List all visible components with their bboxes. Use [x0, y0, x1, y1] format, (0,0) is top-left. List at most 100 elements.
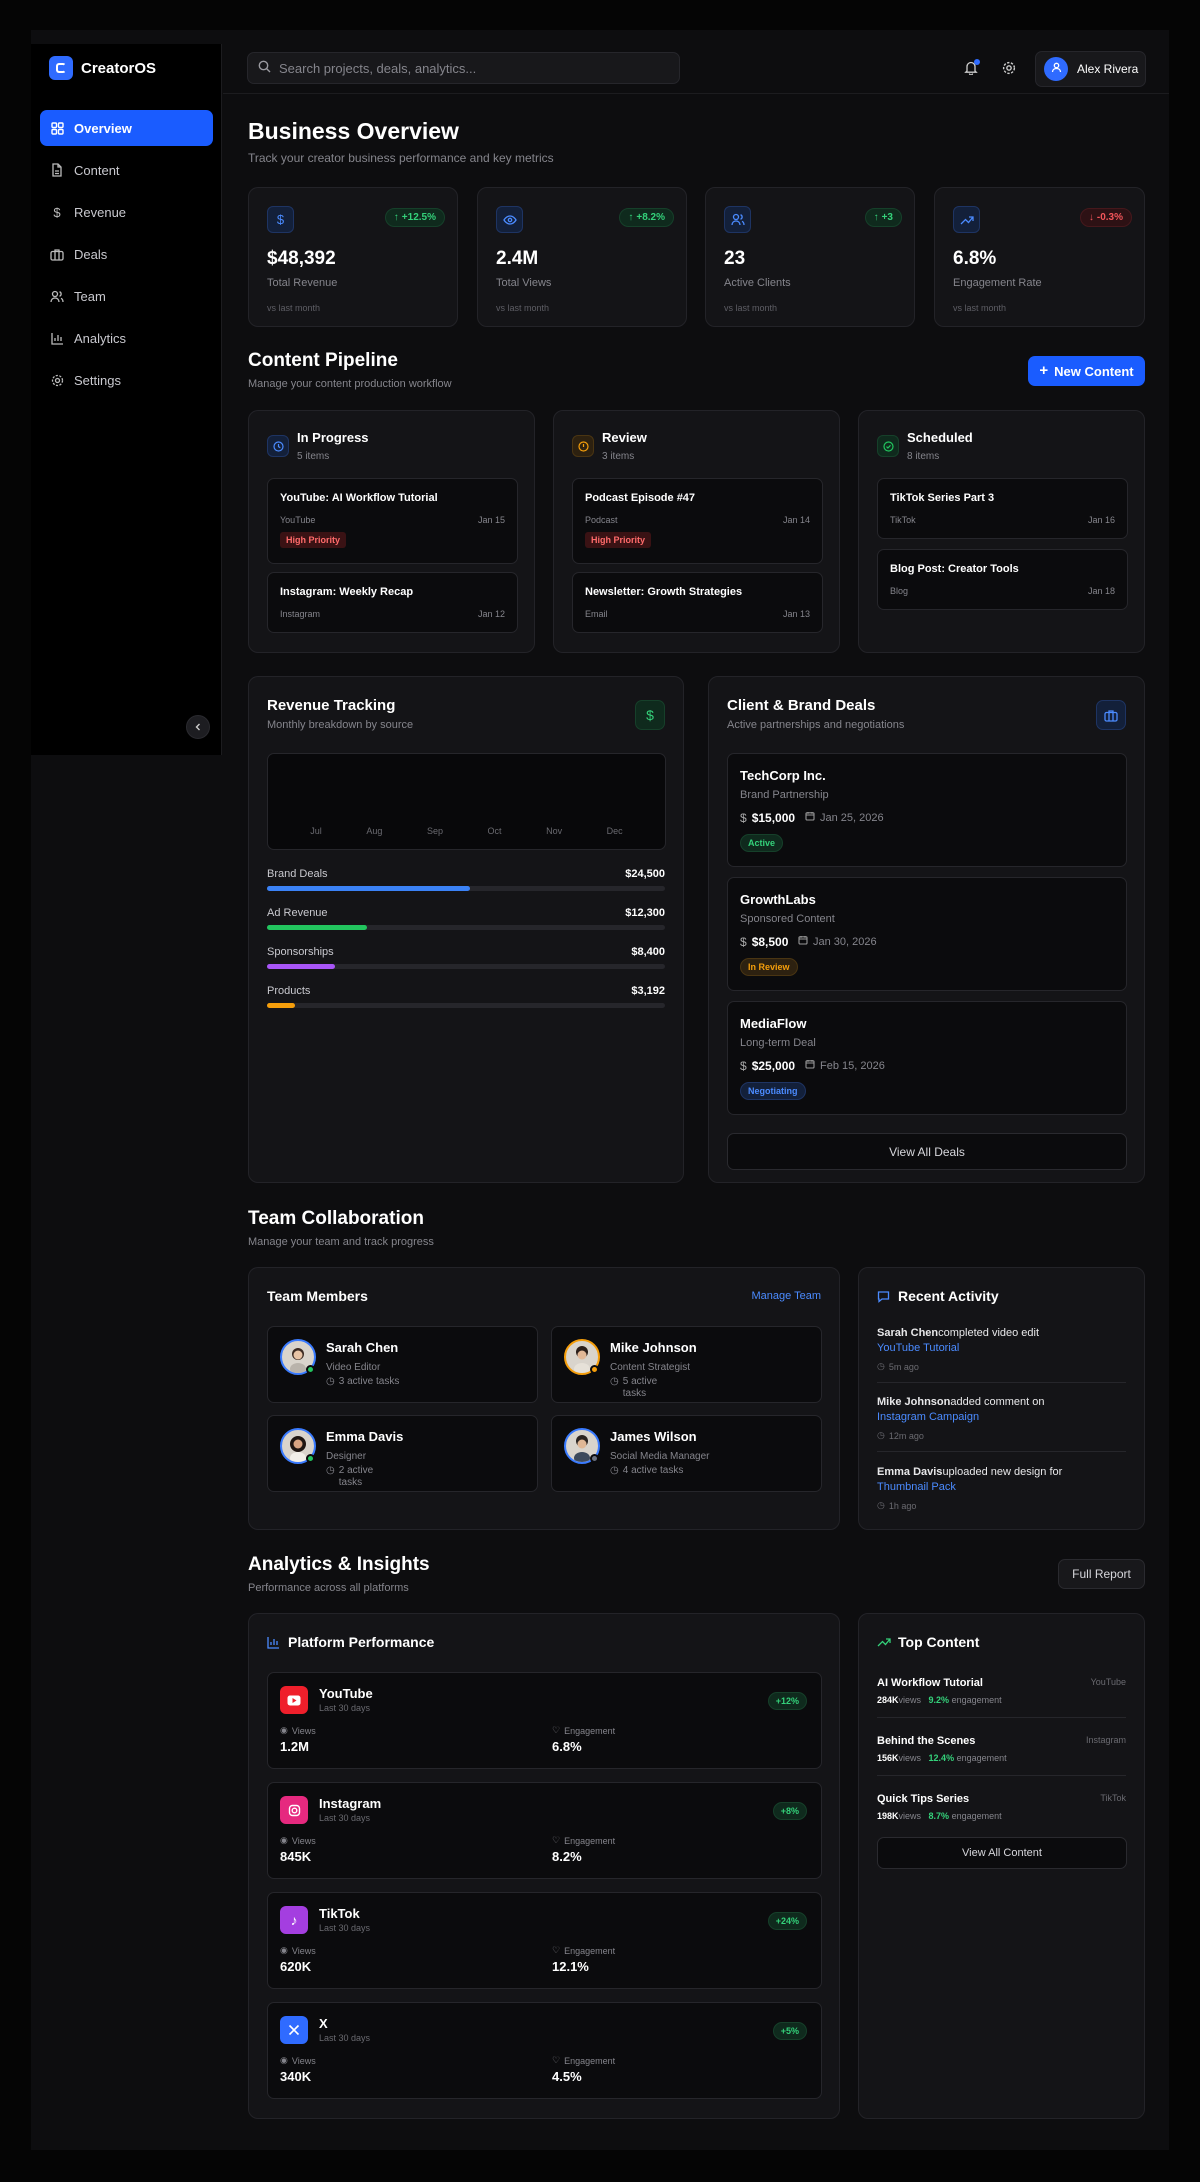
activity-user: Sarah Chen — [877, 1327, 939, 1339]
top-content-platform: YouTube — [1090, 1677, 1126, 1687]
sidebar-item-deals[interactable]: Deals — [40, 236, 213, 272]
top-content-platform: TikTok — [1100, 1793, 1126, 1803]
activity-action: added comment on — [950, 1396, 1045, 1408]
deal-type: Long-term Deal — [740, 1037, 816, 1049]
sidebar-item-settings[interactable]: Settings — [40, 362, 213, 398]
stat-card-engagement: ↓ -0.3% 6.8% Engagement Rate vs last mont… — [934, 187, 1145, 327]
top-content-title[interactable]: Quick Tips Series — [877, 1793, 969, 1805]
task-card[interactable]: Podcast Episode #47 Podcast Jan 14 High … — [572, 478, 823, 564]
activity-target-link[interactable]: Instagram Campaign — [877, 1411, 979, 1423]
divider — [877, 1382, 1126, 1383]
stat-card-views: ↑ +8.2% 2.4M Total Views vs last month — [477, 187, 687, 327]
engagement-value: 4.5% — [552, 2069, 582, 2084]
deal-card[interactable]: MediaFlow Long-term Deal $ $25,000 Feb 15… — [727, 1001, 1127, 1115]
deal-card[interactable]: GrowthLabs Sponsored Content $ $8,500 Jan… — [727, 877, 1127, 991]
status-badge: Negotiating — [740, 1082, 806, 1100]
task-card[interactable]: Instagram: Weekly Recap Instagram Jan 12 — [267, 572, 518, 633]
views-label: ◉ Views — [280, 1835, 316, 1846]
source-value: $8,400 — [631, 946, 665, 958]
activity-item[interactable]: Mike Johnsonadded comment on Instagram Ca… — [877, 1395, 1127, 1425]
chevron-left-icon — [194, 720, 202, 734]
check-circle-icon: ◷ — [326, 1376, 335, 1387]
notifications-button[interactable] — [961, 59, 981, 79]
stat-value: $48,392 — [267, 248, 336, 269]
client-deals-card: Client & Brand Deals Active partnerships… — [708, 676, 1145, 1183]
task-card[interactable]: YouTube: AI Workflow Tutorial YouTube Ja… — [267, 478, 518, 564]
member-card[interactable]: Sarah Chen Video Editor ◷ 3 active tasks — [267, 1326, 538, 1403]
dollar-icon: $ — [635, 700, 665, 730]
view-all-deals-button[interactable]: View All Deals — [727, 1133, 1127, 1170]
sidebar-item-revenue[interactable]: $ Revenue — [40, 194, 213, 230]
deal-card[interactable]: TechCorp Inc. Brand Partnership $ $15,000… — [727, 753, 1127, 867]
platform-performance-card: Platform Performance YouTube Last 30 day… — [248, 1613, 840, 2119]
platform-row-instagram[interactable]: Instagram Last 30 days +8% ◉ Views 845K ♡… — [267, 1782, 822, 1879]
top-content-title[interactable]: AI Workflow Tutorial — [877, 1677, 983, 1689]
eye-icon: ◉ — [280, 1725, 288, 1735]
platform-row-x[interactable]: X Last 30 days +5% ◉ Views 340K ♡ Engageme… — [267, 2002, 822, 2099]
member-name: James Wilson — [610, 1429, 697, 1444]
source-bar-track — [267, 1003, 665, 1008]
eye-icon: ◉ — [280, 1945, 288, 1955]
new-content-button[interactable]: + New Content — [1028, 356, 1145, 386]
change-badge: ↓ -0.3% — [1079, 208, 1132, 227]
axis-tick-label: Oct — [487, 826, 502, 836]
bar-chart-icon — [50, 331, 64, 345]
deal-date: Jan 30, 2026 — [798, 935, 877, 948]
activity-item[interactable]: Sarah Chencompleted video edit YouTube Tu… — [877, 1326, 1127, 1356]
task-platform: Email — [585, 609, 608, 619]
instagram-icon — [280, 1796, 308, 1824]
manage-team-link[interactable]: Manage Team — [751, 1290, 821, 1302]
sidebar-item-content[interactable]: Content — [40, 152, 213, 188]
collapse-sidebar-button[interactable] — [186, 715, 210, 739]
sidebar-item-analytics[interactable]: Analytics — [40, 320, 213, 356]
view-all-content-button[interactable]: View All Content — [877, 1837, 1127, 1869]
search-input[interactable] — [279, 60, 669, 76]
source-bar-track — [267, 886, 665, 891]
platform-row-tiktok[interactable]: ♪ TikTok Last 30 days +24% ◉ Views 620K ♡… — [267, 1892, 822, 1989]
platform-row-youtube[interactable]: YouTube Last 30 days +12% ◉ Views 1.2M ♡ E… — [267, 1672, 822, 1769]
activity-item[interactable]: Emma Davisuploaded new design for Thumbna… — [877, 1465, 1127, 1495]
user-menu[interactable]: Alex Rivera — [1035, 51, 1146, 87]
platform-name: X — [319, 2016, 328, 2031]
task-card[interactable]: Newsletter: Growth Strategies Email Jan … — [572, 572, 823, 633]
sidebar-item-label: Settings — [74, 372, 121, 388]
member-card[interactable]: Emma Davis Designer ◷ 2 active tasks — [267, 1415, 538, 1492]
alert-circle-icon — [572, 435, 594, 457]
logo[interactable]: CreatorOS — [49, 56, 156, 80]
source-bar-track — [267, 925, 665, 930]
heart-icon: ♡ — [552, 2055, 561, 2065]
heart-icon: ♡ — [552, 1835, 561, 1845]
activity-user: Mike Johnson — [877, 1396, 951, 1408]
member-card[interactable]: Mike Johnson Content Strategist ◷ 5 activ… — [551, 1326, 822, 1403]
task-platform: Podcast — [585, 515, 618, 525]
file-icon — [50, 163, 64, 177]
full-report-button[interactable]: Full Report — [1058, 1559, 1145, 1589]
activity-target-link[interactable]: Thumbnail Pack — [877, 1481, 956, 1493]
settings-button[interactable] — [999, 59, 1019, 79]
sidebar-item-team[interactable]: Team — [40, 278, 213, 314]
activity-target-link[interactable]: YouTube Tutorial — [877, 1342, 959, 1354]
app-name: CreatorOS — [81, 59, 157, 77]
page-title: Business Overview — [248, 118, 459, 144]
sidebar-item-overview[interactable]: Overview — [40, 110, 213, 146]
task-card[interactable]: Blog Post: Creator Tools Blog Jan 18 — [877, 549, 1128, 610]
views-value: 620K — [280, 1959, 312, 1974]
card-subtitle: Active partnerships and negotiations — [727, 719, 905, 731]
member-role: Social Media Manager — [610, 1451, 710, 1462]
task-card[interactable]: TikTok Series Part 3 TikTok Jan 16 — [877, 478, 1128, 539]
member-name: Emma Davis — [326, 1429, 404, 1444]
section-subtitle-pipeline: Manage your content production workflow — [248, 378, 452, 390]
chart-x-axis: Jul Aug Sep Oct Nov Dec — [268, 826, 665, 836]
source-value: $12,300 — [625, 907, 665, 919]
card-subtitle: Monthly breakdown by source — [267, 719, 414, 731]
member-card[interactable]: James Wilson Social Media Manager ◷ 4 act… — [551, 1415, 822, 1492]
activity-time: ◷ 12m ago — [877, 1430, 924, 1441]
card-title: Revenue Tracking — [267, 697, 396, 714]
dollar-icon: $ — [267, 206, 294, 233]
sidebar-item-label: Content — [74, 162, 120, 178]
top-content-title[interactable]: Behind the Scenes — [877, 1735, 975, 1747]
search-bar[interactable] — [247, 52, 680, 84]
divider — [877, 1717, 1126, 1718]
card-title: Platform Performance — [288, 1634, 435, 1650]
views-value: 1.2M — [280, 1739, 309, 1754]
